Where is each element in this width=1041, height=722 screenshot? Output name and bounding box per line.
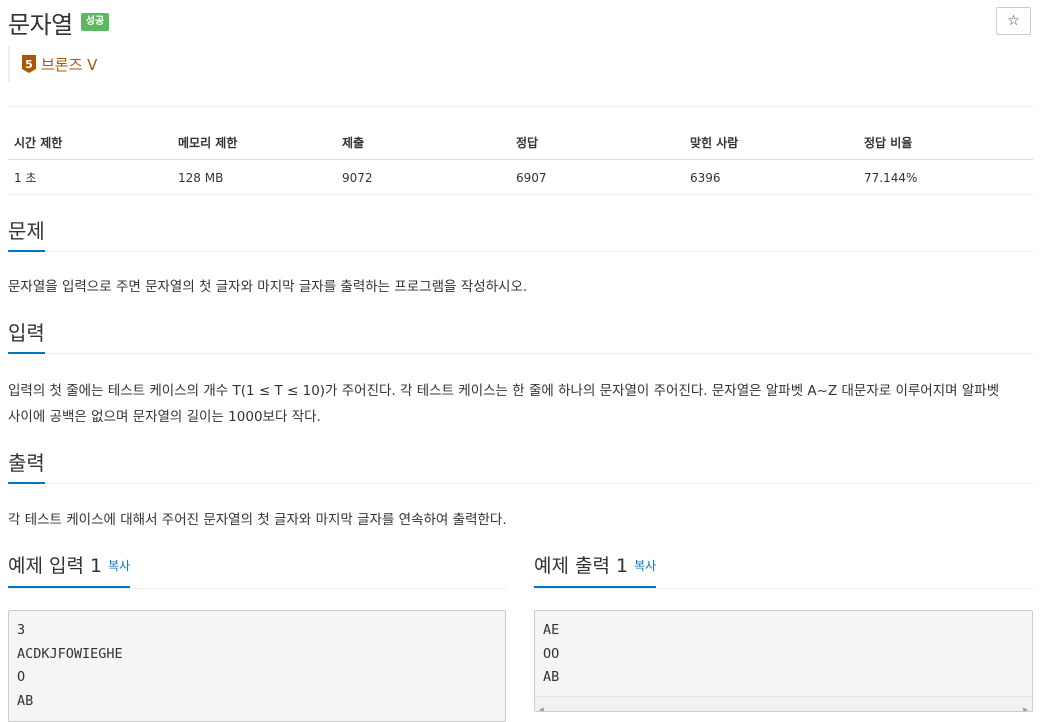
- status-badge: 성공: [80, 13, 110, 31]
- input-title: 입력: [8, 318, 45, 354]
- header-accepted: 정답: [510, 125, 684, 160]
- input-section-header: 입력: [8, 318, 1033, 354]
- problem-title: 문자열: [8, 10, 73, 39]
- value-accepted: 6907: [510, 159, 684, 195]
- problem-info-table: 시간 제한 메모리 제한 제출 정답 맞힌 사람 정답 비율 1 초 128 M…: [8, 125, 1033, 195]
- value-solved-users[interactable]: 6396: [684, 159, 858, 195]
- value-submissions[interactable]: 9072: [336, 159, 510, 195]
- sample-input-title: 예제 입력 1 복사: [8, 551, 131, 588]
- header-solved-users: 맞힌 사람: [684, 125, 858, 160]
- info-header-row: 시간 제한 메모리 제한 제출 정답 맞힌 사람 정답 비율: [8, 125, 1033, 160]
- header-memory-limit: 메모리 제한: [172, 125, 336, 160]
- sample-output-line: OO: [543, 645, 560, 662]
- copy-input-button[interactable]: 복사: [108, 559, 130, 573]
- divider: [8, 106, 1033, 107]
- sample-output-line: AE: [543, 622, 560, 638]
- tier-block: 5 브론즈 V: [8, 46, 97, 82]
- header-submissions: 제출: [336, 125, 510, 160]
- tier-label[interactable]: 브론즈 V: [41, 54, 97, 75]
- header-time-limit: 시간 제한: [8, 125, 172, 160]
- star-button[interactable]: ☆: [996, 7, 1031, 35]
- problem-header: 문자열 성공: [8, 4, 110, 40]
- output-title: 출력: [8, 448, 45, 484]
- description-text: 문자열을 입력으로 주면 문자열의 첫 글자와 마지막 글자를 출력하는 프로그…: [8, 279, 528, 295]
- output-text: 각 테스트 케이스에 대해서 주어진 문자열의 첫 글자와 마지막 글자를 연속…: [8, 512, 507, 528]
- scroll-right-arrow-icon[interactable]: ▶: [1023, 698, 1028, 711]
- sample-output-box[interactable]: AE OO AB ◀ ▶: [534, 610, 1033, 712]
- scroll-left-arrow-icon[interactable]: ◀: [539, 698, 544, 711]
- description-title: 문제: [8, 216, 45, 252]
- sample-output-title: 예제 출력 1 복사: [534, 551, 657, 588]
- horizontal-scrollbar[interactable]: ◀ ▶: [535, 696, 1032, 711]
- input-text: 입력의 첫 줄에는 테스트 케이스의 개수 T(1 ≤ T ≤ 10)가 주어진…: [8, 378, 1028, 430]
- sample-input-line: 3: [17, 622, 26, 638]
- bronze-tier-icon: 5: [22, 55, 36, 73]
- sample-output-header: 예제 출력 1 복사: [534, 551, 1033, 589]
- sample-output-line: AB: [543, 669, 560, 685]
- info-value-row: 1 초 128 MB 9072 6907 6396 77.144%: [8, 159, 1033, 195]
- sample-input-line: ACDKJFOWIEGHE: [17, 645, 123, 662]
- sample-input-line: AB: [17, 692, 34, 709]
- sample-input-title-text: 예제 입력 1: [8, 555, 103, 577]
- star-icon: ☆: [1007, 13, 1020, 29]
- value-accept-ratio: 77.144%: [858, 159, 1033, 195]
- header-accept-ratio: 정답 비율: [858, 125, 1033, 160]
- sample-input-box[interactable]: 3 ACDKJFOWIEGHE O AB: [8, 610, 506, 722]
- value-memory-limit: 128 MB: [172, 159, 336, 195]
- sample-input-line: O: [17, 669, 26, 685]
- input-text-line: 사이에 공백은 없으며 문자열의 길이는 1000보다 작다.: [8, 409, 321, 425]
- description-section-header: 문제: [8, 216, 1033, 252]
- input-text-line: 입력의 첫 줄에는 테스트 케이스의 개수 T(1 ≤ T ≤ 10)가 주어진…: [8, 383, 1000, 399]
- output-section-header: 출력: [8, 448, 1033, 484]
- value-time-limit: 1 초: [8, 159, 172, 195]
- sample-input-header: 예제 입력 1 복사: [8, 551, 506, 589]
- copy-output-button[interactable]: 복사: [634, 559, 656, 573]
- sample-output-title-text: 예제 출력 1: [534, 555, 629, 577]
